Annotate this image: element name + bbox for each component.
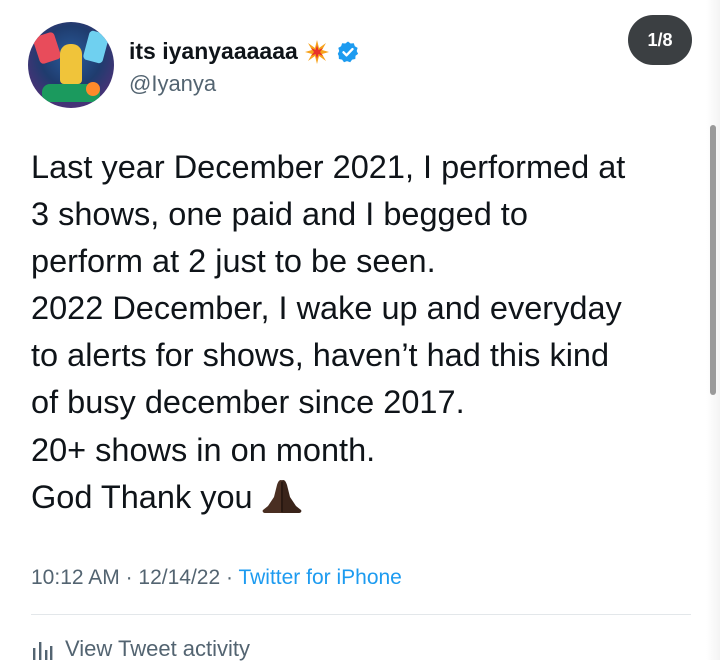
image-pager-badge: 1/8 xyxy=(628,15,692,65)
bar-chart-icon xyxy=(31,638,53,660)
view-tweet-activity-button[interactable]: View Tweet activity xyxy=(31,636,250,662)
meta-separator: · xyxy=(119,566,139,589)
tweet-line: 3 shows, one paid and I begged to xyxy=(31,196,528,233)
author-handle[interactable]: @Iyanya xyxy=(129,71,216,97)
avatar-art-part xyxy=(32,31,62,65)
divider xyxy=(31,614,691,615)
tweet-line: God Thank you xyxy=(31,478,253,515)
tweet-line: 20+ shows in on month. xyxy=(31,431,376,468)
scrollbar-thumb[interactable] xyxy=(710,125,716,395)
tweet-line-last: God Thank you xyxy=(31,474,691,521)
tweet-meta: 10:12 AM · 12/14/22 · Twitter for iPhone xyxy=(31,566,402,590)
tweet-line: Last year December 2021, I performed at xyxy=(31,149,626,185)
tweet-source-link[interactable]: Twitter for iPhone xyxy=(238,566,401,589)
view-tweet-activity-label: View Tweet activity xyxy=(65,636,251,661)
avatar-art-part xyxy=(86,82,100,96)
avatar-art-part xyxy=(82,29,110,65)
tweet-time[interactable]: 10:12 AM xyxy=(31,566,120,589)
verified-badge-icon xyxy=(336,40,360,64)
avatar[interactable] xyxy=(28,22,114,108)
folded-hands-icon xyxy=(259,478,305,516)
tweet-date[interactable]: 12/14/22 xyxy=(138,566,220,589)
avatar-art-part xyxy=(60,44,82,84)
author-name-row[interactable]: its iyanyaaaaaa xyxy=(129,38,360,65)
tweet-line: 2022 December, I wake up and everyday xyxy=(31,290,622,327)
collision-burst-icon xyxy=(304,39,330,65)
tweet-line: perform at 2 just to be seen. xyxy=(31,243,436,280)
tweet-text: Last year December 2021, I performed at … xyxy=(31,144,691,521)
tweet-line: to alerts for shows, haven’t had this ki… xyxy=(31,337,610,374)
scrollbar-track[interactable] xyxy=(706,0,720,660)
author-display-name[interactable]: its iyanyaaaaaa xyxy=(129,38,298,65)
tweet-line: of busy december since 2017. xyxy=(31,384,465,421)
meta-separator: · xyxy=(220,566,239,589)
